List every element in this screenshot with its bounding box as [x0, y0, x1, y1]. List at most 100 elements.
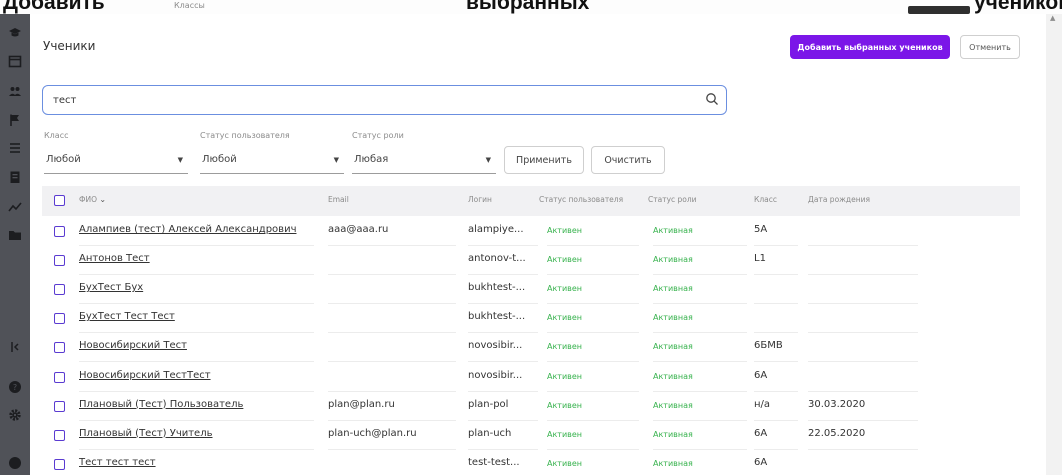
table-row[interactable]: Плановый (Тест) Пользователь plan@plan.ru… [42, 392, 1020, 421]
row-checkbox[interactable] [54, 226, 65, 237]
table-row[interactable]: Плановый (Тест) Учитель plan-uch@plan.ru p… [42, 421, 1020, 450]
column-header-birthdate[interactable]: Дата рождения [808, 195, 870, 204]
users-icon[interactable] [8, 84, 22, 98]
svg-text:?: ? [13, 383, 17, 392]
column-header-fio[interactable]: ФИО ⌄ [79, 195, 106, 204]
help-icon[interactable]: ? [8, 380, 22, 394]
role-status-filter-label: Статус роли [352, 131, 404, 140]
cancel-button[interactable]: Отменить [960, 35, 1020, 59]
login-cell: bukhtest-... [468, 311, 526, 323]
student-name-link[interactable]: Новосибирский Тест [79, 340, 187, 351]
table-row[interactable]: Новосибирский Тест novosibir... Активен Акт… [42, 333, 1020, 363]
search-box [42, 85, 727, 115]
table-row[interactable]: Антонов Тест antonov-t... Активен Активная L… [42, 246, 1020, 276]
collapse-icon[interactable] [8, 340, 22, 354]
scroll-up-icon[interactable]: ▲ [1050, 14, 1055, 22]
graduation-cap-icon[interactable] [8, 26, 22, 40]
avatar-icon[interactable] [8, 456, 22, 470]
row-checkbox[interactable] [54, 284, 65, 296]
table-row[interactable]: БухТест Тест Тест bukhtest-... Активен Акти… [42, 304, 1020, 334]
class-cell: 6БМВ [754, 340, 783, 352]
role-status-cell: Активная [653, 226, 693, 235]
background-button [908, 6, 970, 14]
calendar-icon[interactable] [8, 54, 22, 68]
role-status-cell: Активная [653, 313, 693, 323]
chevron-down-icon: ▼ [177, 155, 183, 164]
user-status-cell: Активен [547, 284, 583, 294]
student-name-link[interactable]: БухТест Тест Тест [79, 311, 175, 322]
class-cell: н/а [754, 398, 771, 410]
user-status-cell: Активен [547, 400, 583, 410]
role-status-cell: Активная [653, 371, 693, 381]
row-checkbox[interactable] [54, 255, 65, 267]
sidebar: ? [0, 14, 30, 475]
class-cell: 6А [754, 456, 768, 468]
class-cell: 6А [754, 427, 768, 439]
apply-button[interactable]: Применить [504, 146, 584, 174]
table-row[interactable]: Алампиев (тест) Алексей Александрович aaa… [42, 217, 1020, 246]
column-header-class[interactable]: Класс [754, 195, 777, 204]
user-status-cell: Активен [547, 371, 583, 381]
class-cell: L1 [754, 253, 766, 265]
dialog-title: Ученики [43, 39, 96, 53]
student-name-link[interactable]: Алампиев (тест) Алексей Александрович [79, 224, 296, 235]
email-cell: plan@plan.ru [328, 398, 395, 410]
birthdate-cell: 22.05.2020 [808, 427, 866, 439]
row-checkbox[interactable] [54, 400, 65, 412]
student-name-link[interactable]: Тест тест тест [79, 457, 156, 468]
background-title-left: Добавить [3, 0, 105, 14]
table-row[interactable]: БухТест Бух bukhtest-... Активен Активная [42, 275, 1020, 305]
user-status-filter-select[interactable]: Любой ▼ [200, 146, 344, 174]
column-header-user-status[interactable]: Статус пользователя [539, 195, 623, 204]
gear-icon[interactable] [8, 408, 22, 422]
class-filter-select[interactable]: Любой ▼ [44, 146, 188, 174]
list-icon[interactable] [8, 141, 22, 155]
student-name-link[interactable]: Плановый (Тест) Пользователь [79, 399, 243, 410]
chevron-down-icon: ▼ [333, 155, 339, 164]
table-header: ФИО ⌄ Email Логин Статус пользователя Ст… [42, 186, 1020, 216]
column-header-role-status[interactable]: Статус роли [648, 195, 697, 204]
login-cell: bukhtest-... [468, 282, 526, 294]
row-checkbox[interactable] [54, 342, 65, 354]
role-status-cell: Активная [653, 400, 693, 410]
student-name-link[interactable]: Новосибирский ТестТест [79, 370, 211, 381]
login-cell: novosibir... [468, 369, 523, 381]
row-checkbox[interactable] [54, 458, 65, 470]
scrollbar[interactable]: ▲ [1046, 14, 1062, 475]
add-students-dialog: Ученики Добавить выбранных учеников Отме… [30, 14, 1046, 475]
login-cell: plan-uch [468, 427, 512, 439]
select-all-checkbox[interactable] [54, 195, 65, 206]
user-status-filter-label: Статус пользователя [200, 131, 290, 140]
chevron-down-icon: ▼ [485, 155, 491, 164]
role-status-cell: Активная [653, 429, 693, 439]
clipboard-icon[interactable] [8, 170, 22, 184]
row-checkbox[interactable] [54, 429, 65, 441]
add-selected-students-button[interactable]: Добавить выбранных учеников [790, 35, 950, 59]
login-cell: novosibir... [468, 340, 523, 352]
row-checkbox[interactable] [54, 371, 65, 383]
clear-button[interactable]: Очистить [591, 146, 665, 174]
background-title-right: учеников [974, 0, 1062, 14]
chevron-down-icon: ⌄ [99, 195, 107, 204]
student-name-link[interactable]: БухТест Бух [79, 282, 143, 293]
login-cell: alampiye... [468, 224, 524, 235]
login-cell: plan-pol [468, 398, 509, 410]
table-row[interactable]: Новосибирский ТестТест novosibir... Активе… [42, 363, 1020, 392]
column-header-email[interactable]: Email [328, 195, 349, 204]
login-cell: antonov-t... [468, 253, 526, 265]
background-breadcrumb: Классы [174, 1, 205, 10]
table-row[interactable]: Тест тест тест test-test... Активен Активна… [42, 450, 1020, 475]
class-cell: 6А [754, 369, 768, 381]
row-checkbox[interactable] [54, 313, 65, 325]
flag-icon[interactable] [8, 113, 22, 127]
student-name-link[interactable]: Плановый (Тест) Учитель [79, 428, 213, 439]
column-header-login[interactable]: Логин [468, 195, 492, 204]
chart-line-icon[interactable] [8, 200, 22, 214]
search-icon[interactable] [705, 92, 719, 106]
login-cell: test-test... [468, 456, 520, 468]
search-input[interactable] [53, 92, 693, 108]
student-name-link[interactable]: Антонов Тест [79, 253, 150, 264]
role-status-cell: Активная [653, 342, 693, 352]
folder-icon[interactable] [8, 228, 22, 242]
role-status-filter-select[interactable]: Любая ▼ [352, 146, 496, 174]
